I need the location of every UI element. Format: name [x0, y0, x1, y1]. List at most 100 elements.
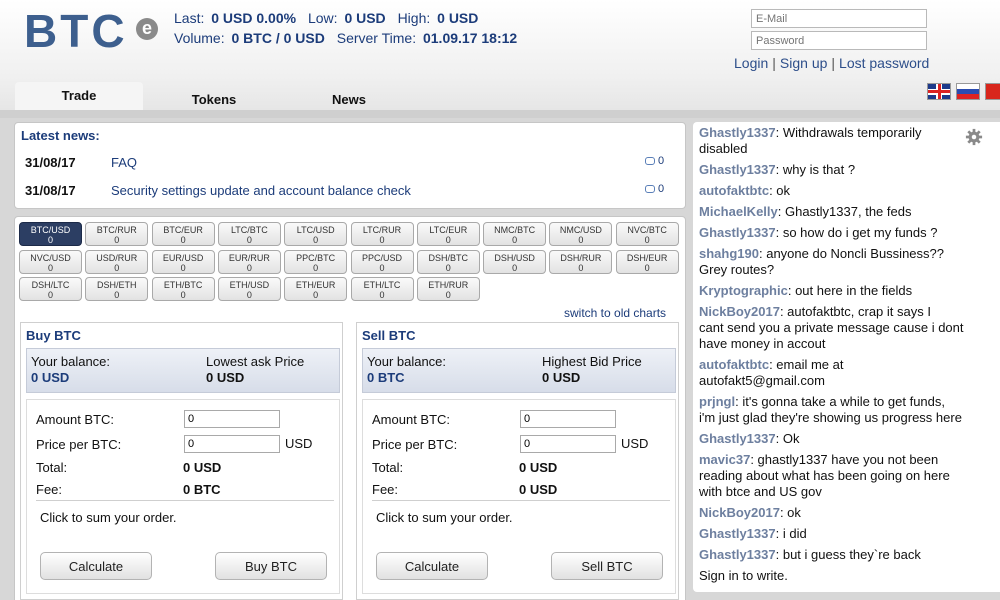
- chat-message: MichaelKelly: Ghastly1337, the feds: [699, 204, 999, 220]
- pair-button[interactable]: NMC/USD 0: [549, 222, 613, 246]
- sign-in-prompt[interactable]: Sign in to write.: [699, 568, 999, 584]
- calculate-button[interactable]: Calculate: [40, 552, 152, 580]
- pair-value: 0: [180, 290, 186, 301]
- flag-cn-icon[interactable]: [985, 83, 1000, 100]
- pair-button[interactable]: LTC/BTC 0: [217, 222, 281, 246]
- news-link[interactable]: Security settings update and account bal…: [111, 183, 411, 198]
- pair-button[interactable]: DSH/ETH 0: [85, 277, 149, 302]
- chat-nick[interactable]: MichaelKelly: [699, 204, 778, 219]
- separator: |: [772, 55, 776, 71]
- total-value: 0 USD: [519, 460, 558, 475]
- chat-nick[interactable]: Ghastly1337: [699, 431, 776, 446]
- pair-button[interactable]: ETH/LTC 0: [350, 277, 414, 302]
- news-item: 31/08/17 Security settings update and ac…: [25, 183, 665, 201]
- pair-button[interactable]: EUR/USD 0: [151, 249, 215, 274]
- lowest-ask-value[interactable]: 0 USD: [206, 370, 244, 385]
- chat-nick[interactable]: NickBoy2017: [699, 304, 780, 319]
- balance-label: Your balance:: [31, 354, 111, 369]
- sell-balance-box: Your balance: 0 BTC Highest Bid Price 0 …: [362, 348, 676, 393]
- pair-value: 0: [445, 235, 451, 245]
- news-link[interactable]: FAQ: [111, 155, 137, 170]
- pair-button[interactable]: BTC/RUR 0: [85, 222, 149, 246]
- pair-button[interactable]: ETH/EUR 0: [284, 277, 348, 302]
- pair-button[interactable]: LTC/EUR 0: [416, 222, 480, 246]
- chat-nick[interactable]: prjngl: [699, 394, 735, 409]
- server-time-label: Server Time:: [336, 30, 417, 46]
- separator: |: [831, 55, 836, 71]
- chat-nick[interactable]: mavic37: [699, 452, 750, 467]
- pair-button[interactable]: EUR/RUR 0: [217, 249, 281, 274]
- pair-button[interactable]: BTC/EUR 0: [151, 222, 215, 246]
- sell-button[interactable]: Sell BTC: [551, 552, 663, 580]
- pair-button[interactable]: DSH/USD 0: [483, 249, 547, 274]
- balance-value[interactable]: 0 USD: [31, 370, 69, 385]
- chat-message: prjngl: it's gonna take a while to get f…: [699, 394, 999, 426]
- pair-value: 0: [180, 262, 186, 273]
- pair-button[interactable]: NVC/BTC 0: [615, 222, 679, 246]
- buy-box: Buy BTC Your balance: 0 USD Lowest ask P…: [20, 322, 343, 600]
- pair-button[interactable]: ETH/BTC 0: [151, 277, 215, 302]
- signup-link[interactable]: Sign up: [780, 55, 827, 71]
- pair-button[interactable]: BTC/USD 0: [19, 222, 82, 246]
- pair-value: 0: [114, 235, 120, 245]
- pair-name: NMC/USD: [559, 225, 602, 235]
- pair-button[interactable]: NMC/BTC 0: [483, 222, 547, 246]
- login-link[interactable]: Login: [734, 55, 768, 71]
- flag-en-icon[interactable]: [927, 83, 951, 100]
- balance-value[interactable]: 0 BTC: [367, 370, 405, 385]
- chat-text: : why is that ?: [775, 162, 856, 177]
- news-comments[interactable]: 0: [645, 155, 664, 167]
- chat-nick[interactable]: autofaktbtc: [699, 357, 769, 372]
- pair-button[interactable]: LTC/RUR 0: [350, 222, 414, 246]
- pair-button[interactable]: DSH/EUR 0: [615, 249, 679, 274]
- pair-button[interactable]: USD/RUR 0: [85, 249, 149, 274]
- chat-text: : Ok: [775, 431, 800, 446]
- chat-nick[interactable]: autofaktbtc: [699, 183, 769, 198]
- sell-amount-input[interactable]: [520, 410, 616, 428]
- pair-button[interactable]: PPC/USD 0: [350, 249, 414, 274]
- pair-button[interactable]: DSH/BTC 0: [416, 249, 480, 274]
- email-field[interactable]: [751, 9, 927, 28]
- pair-button[interactable]: DSH/LTC 0: [19, 277, 82, 302]
- chat-text: : ok: [769, 183, 791, 198]
- total-label: Total:: [36, 460, 68, 475]
- pair-value: 0: [246, 235, 252, 245]
- password-field[interactable]: [751, 31, 927, 50]
- pair-button[interactable]: PPC/BTC 0: [284, 249, 348, 274]
- chat-nick[interactable]: Ghastly1337: [699, 547, 776, 562]
- pair-button[interactable]: NVC/USD 0: [19, 249, 82, 274]
- tab-trade[interactable]: Trade: [15, 82, 143, 110]
- chat-nick[interactable]: NickBoy2017: [699, 505, 780, 520]
- buy-button[interactable]: Buy BTC: [215, 552, 327, 580]
- buy-amount-input[interactable]: [184, 410, 280, 428]
- news-comments[interactable]: 0: [645, 183, 664, 195]
- logo[interactable]: BTC: [24, 4, 128, 58]
- buy-price-input[interactable]: [184, 435, 280, 453]
- chat-nick[interactable]: Ghastly1337: [699, 225, 776, 240]
- highest-bid-value[interactable]: 0 USD: [542, 370, 580, 385]
- amount-label: Amount BTC:: [372, 412, 451, 427]
- calculate-button[interactable]: Calculate: [376, 552, 488, 580]
- flag-ru-icon[interactable]: [956, 83, 980, 100]
- pair-button[interactable]: LTC/USD 0: [284, 222, 348, 246]
- chat-text: autofakt5@gmail.com: [699, 373, 825, 388]
- news-date: 31/08/17: [25, 155, 76, 170]
- chat-nick[interactable]: shahg190: [699, 246, 759, 261]
- chat-nick[interactable]: Ghastly1337: [699, 526, 776, 541]
- pair-button[interactable]: ETH/RUR 0: [416, 277, 480, 302]
- chat-nick[interactable]: Ghastly1337: [699, 162, 776, 177]
- pair-button[interactable]: ETH/USD 0: [217, 277, 281, 302]
- chat-message: Kryptographic: out here in the fields: [699, 283, 999, 299]
- chat-text: have money in accout: [699, 336, 826, 351]
- pair-value: 0: [512, 262, 518, 273]
- chat-nick[interactable]: Kryptographic: [699, 283, 788, 298]
- chat-nick[interactable]: Ghastly1337: [699, 125, 776, 140]
- divider: [372, 500, 670, 501]
- pair-value: 0: [512, 235, 518, 245]
- lost-password-link[interactable]: Lost password: [839, 55, 929, 71]
- switch-charts-link[interactable]: switch to old charts: [564, 306, 666, 320]
- pair-value: 0: [379, 262, 385, 273]
- pair-button[interactable]: DSH/RUR 0: [549, 249, 613, 274]
- sell-price-input[interactable]: [520, 435, 616, 453]
- pair-value: 0: [114, 290, 120, 301]
